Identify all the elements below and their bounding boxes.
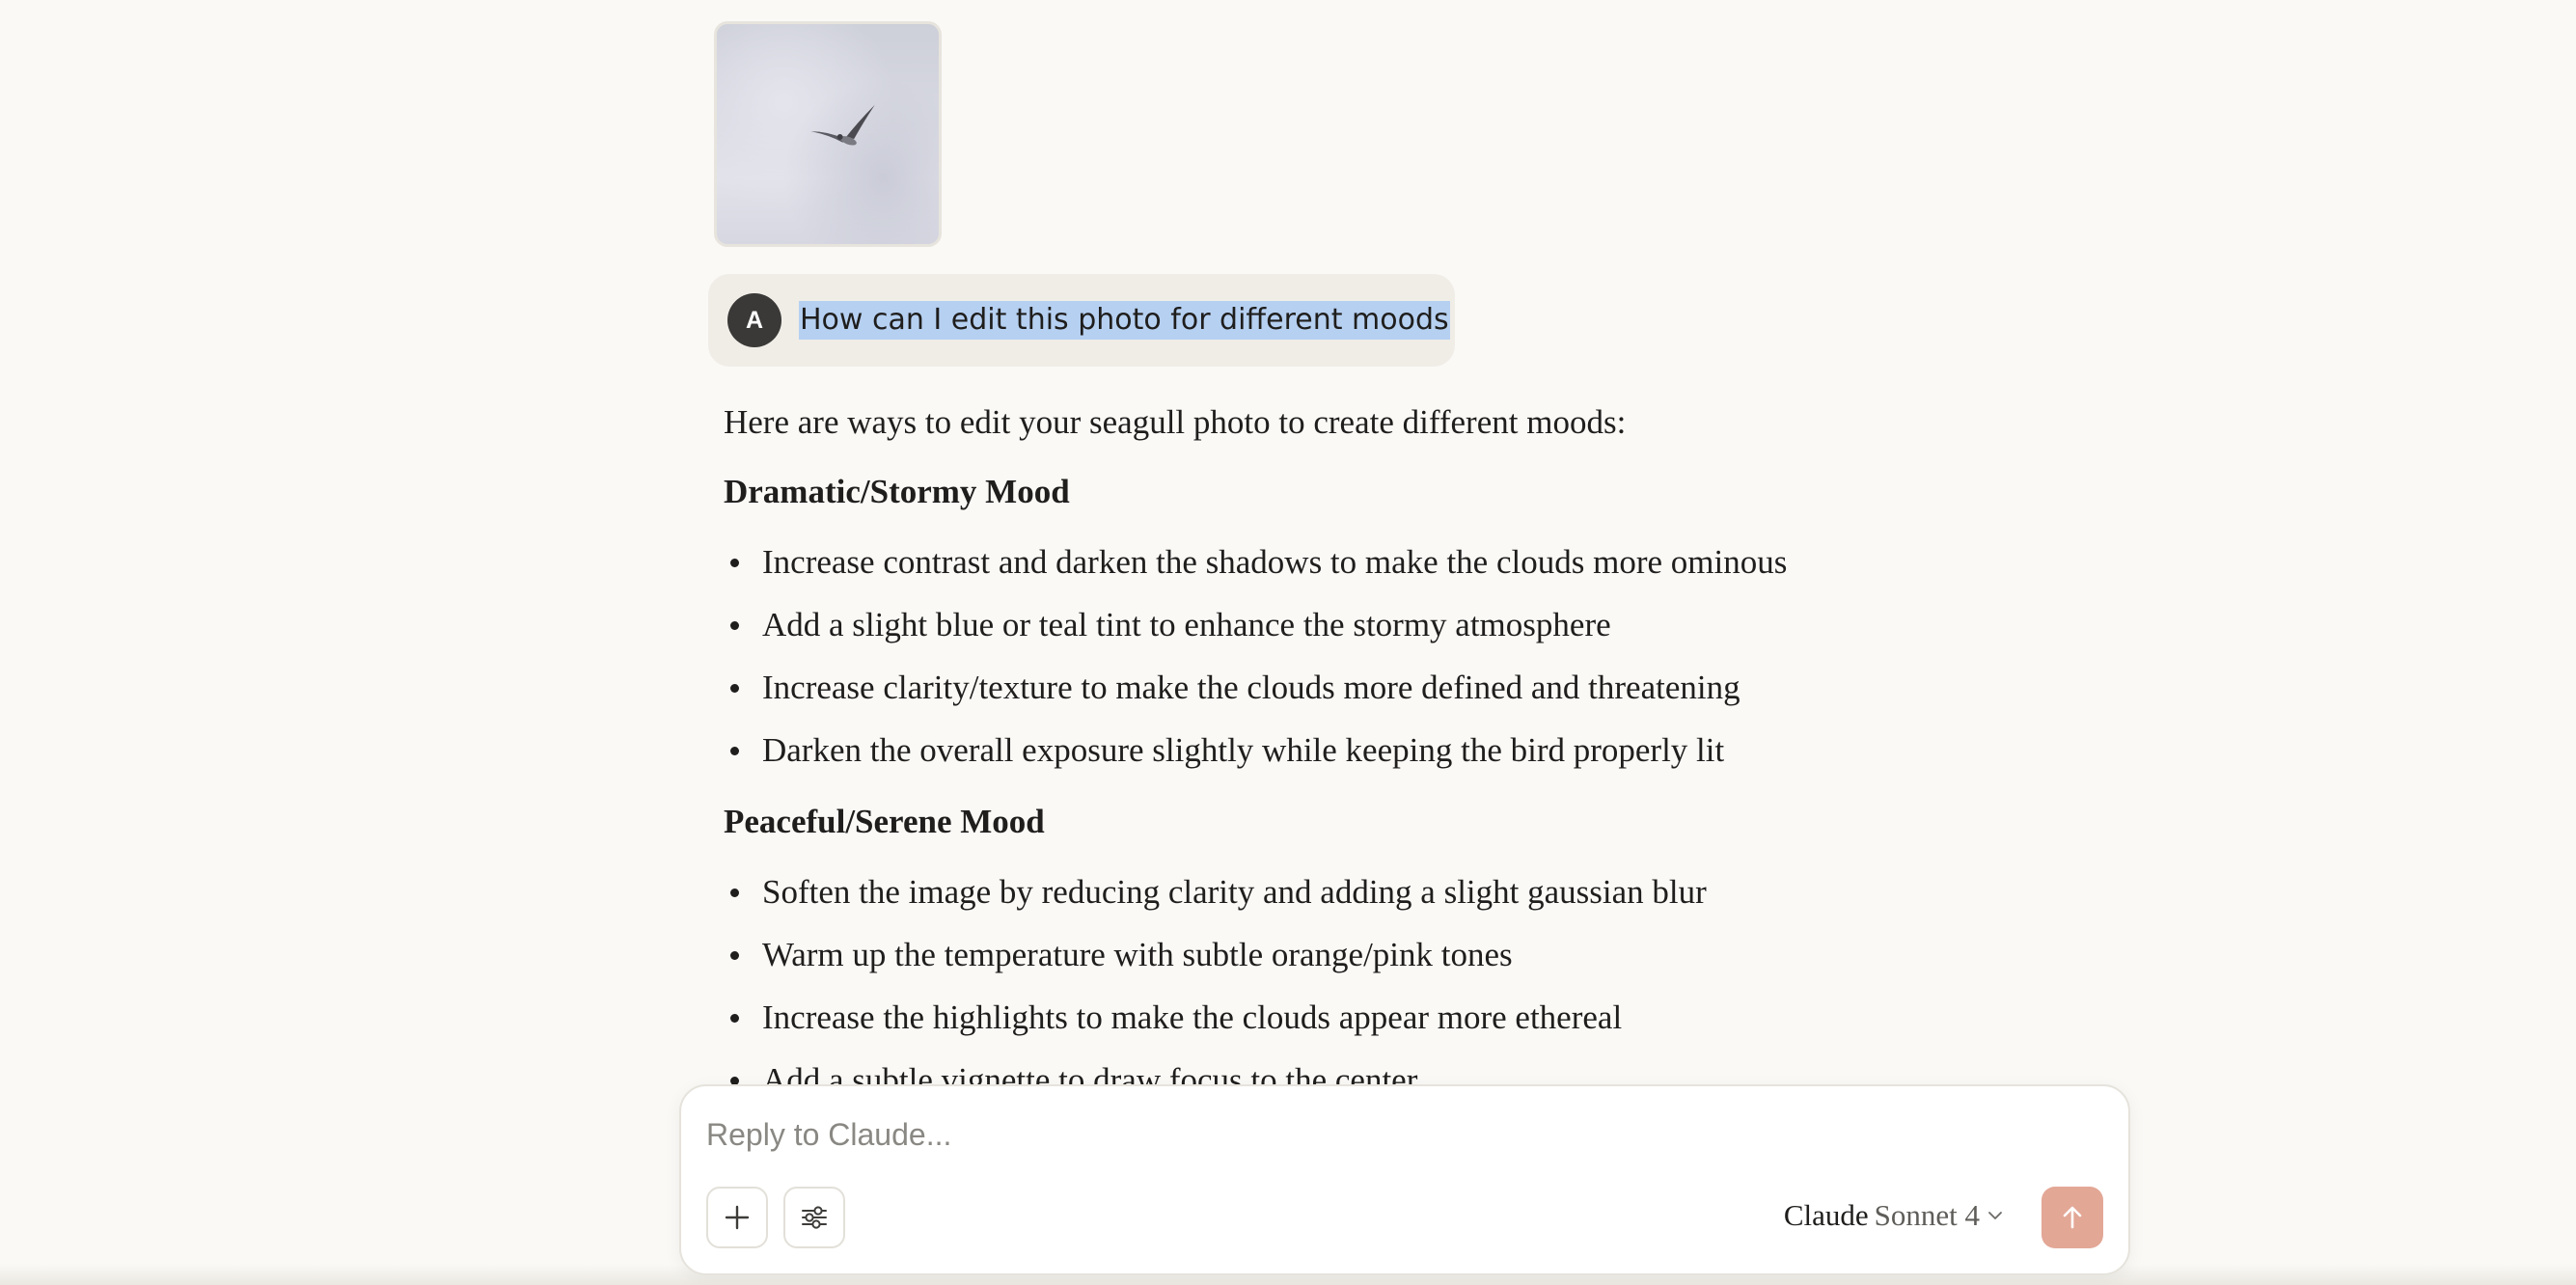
list-item: Soften the image by reducing clarity and… xyxy=(724,861,1843,923)
add-attachment-button[interactable] xyxy=(706,1187,768,1248)
list-item: Warm up the temperature with subtle oran… xyxy=(724,923,1843,986)
sliders-icon xyxy=(802,1206,827,1229)
tools-button[interactable] xyxy=(783,1187,845,1248)
model-name: Sonnet 4 xyxy=(1874,1198,1980,1232)
list-item: Increase the highlights to make the clou… xyxy=(724,986,1843,1049)
section-heading: Peaceful/Serene Mood xyxy=(724,803,1045,840)
model-brand: Claude xyxy=(1783,1198,1869,1232)
seagull-photo-attachment[interactable] xyxy=(714,21,942,247)
plus-icon xyxy=(725,1205,750,1230)
section-dramatic: Dramatic/Stormy Mood Increase contrast a… xyxy=(724,463,1843,781)
arrow-up-icon xyxy=(2063,1206,2082,1229)
list-item: Add a slight blue or teal tint to enhanc… xyxy=(724,593,1843,656)
list-item: Increase clarity/texture to make the clo… xyxy=(724,656,1843,719)
list-item: Darken the overall exposure slightly whi… xyxy=(724,719,1843,781)
user-message: A How can I edit this photo for differen… xyxy=(708,274,1455,367)
user-message-text: How can I edit this photo for different … xyxy=(799,301,1450,340)
user-avatar[interactable]: A xyxy=(727,293,781,347)
seagull-photo xyxy=(717,24,939,244)
response-intro: Here are ways to edit your seagull photo… xyxy=(724,403,1627,441)
chevron-down-icon xyxy=(1988,1212,2002,1219)
reply-composer: Claude Sonnet 4 xyxy=(679,1084,2130,1275)
section-heading: Dramatic/Stormy Mood xyxy=(724,473,1070,510)
section-peaceful: Peaceful/Serene Mood Soften the image by… xyxy=(724,793,1843,1111)
model-selector[interactable]: Claude Sonnet 4 xyxy=(1784,1198,2005,1233)
reply-input[interactable] xyxy=(706,1117,1864,1153)
tips-list: Increase contrast and darken the shadows… xyxy=(724,531,1843,781)
send-button[interactable] xyxy=(2042,1187,2103,1248)
assistant-response: Here are ways to edit your seagull photo… xyxy=(724,394,1843,1111)
tips-list: Soften the image by reducing clarity and… xyxy=(724,861,1843,1111)
list-item: Increase contrast and darken the shadows… xyxy=(724,531,1843,593)
